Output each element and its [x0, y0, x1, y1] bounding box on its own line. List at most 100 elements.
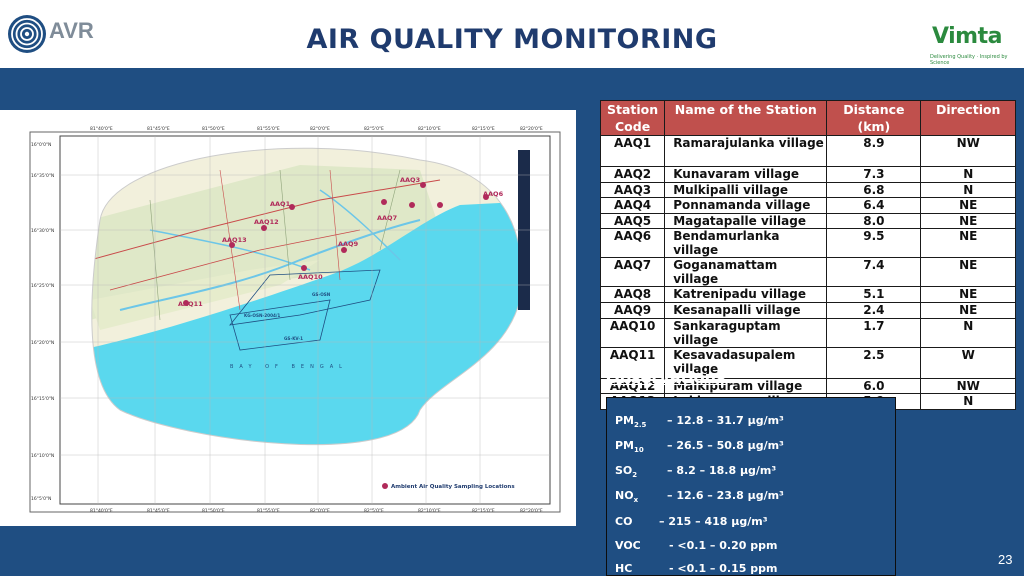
vimta-tagline: Delivering Quality · Inspired by Science [930, 54, 1008, 66]
block-label: GS-KV-1 [284, 336, 303, 341]
observation-value: – 215 – 418 µg/m³ [659, 515, 768, 528]
map-tick-top: 82°5'0"E [364, 126, 384, 132]
observation-subscript: 2.5 [634, 421, 647, 430]
block-label: KG-OSN-2004/1 [244, 313, 280, 318]
station-direction: N [920, 393, 1016, 410]
station-table: Station Code Name of the Station Distanc… [599, 100, 1016, 410]
marker-label: AAQ7 [377, 214, 397, 222]
observation-item: PM2.5 – 12.8 – 31.7 µg/m³ [615, 414, 784, 430]
station-name: Kunavaram village [664, 166, 828, 183]
station-distance: 6.0 [826, 377, 922, 395]
observation-param: PM [615, 439, 635, 452]
table-row: AAQ10 Sankaraguptam village 1.7 N [599, 317, 1016, 348]
station-name: Kesanapalli village [664, 301, 828, 319]
map-tick-top: 81°40'0"E [90, 126, 113, 132]
station-distance: 6.8 [826, 181, 922, 199]
study-area-map: 81°40'0"E 81°45'0"E 81°50'0"E 81°55'0"E … [0, 110, 576, 526]
observation-value: – 12.8 – 31.7 µg/m³ [667, 414, 784, 427]
map-tick-bottom: 81°40'0"E [90, 508, 113, 514]
observation-value: - <0.1 – 0.15 ppm [669, 562, 778, 575]
observation-param: NO [615, 489, 634, 502]
marker-label: AAQ3 [400, 176, 420, 184]
observation-item: PM10 – 26.5 – 50.8 µg/m³ [615, 439, 784, 455]
table-row: AAQ5 Magatapalle village 8.0 NE [599, 212, 1016, 230]
station-direction: N [920, 181, 1016, 199]
observation-item: VOC - <0.1 – 0.20 ppm [615, 539, 777, 552]
map-tick-top: 81°50'0"E [202, 126, 225, 132]
table-row: AAQ4 Ponnamanda village 6.4 NE [599, 197, 1016, 214]
column-header: Name of the Station [664, 100, 828, 136]
observation-param: SO [615, 464, 633, 477]
station-name: Katrenipadu village [664, 286, 828, 303]
observation-param: VOC [615, 539, 641, 552]
station-distance: 9.5 [826, 228, 922, 259]
legend-label: Ambient Air Quality Sampling Locations [391, 484, 515, 490]
station-distance: 8.9 [826, 135, 922, 167]
map-tick-bottom: 82°0'0"E [310, 508, 330, 514]
observation-subscript: x [633, 496, 639, 505]
marker-label: AAQ13 [222, 236, 247, 244]
station-direction: NE [920, 301, 1016, 319]
station-name: Mulkipalli village [664, 181, 828, 199]
block-label: GS-OSN [312, 292, 331, 297]
station-name: Ponnamanda village [664, 197, 828, 214]
observation-value: - <0.1 – 0.20 ppm [669, 539, 778, 552]
sampling-marker [437, 202, 443, 208]
station-direction: NE [920, 228, 1016, 259]
map-tick-left: 16°15'0"N [31, 396, 54, 402]
station-distance: 2.5 [826, 346, 922, 379]
map-tick-bottom: 82°15'0"E [472, 508, 495, 514]
page-number: 23 [998, 552, 1013, 567]
observation-value: – 8.2 – 18.8 µg/m³ [667, 464, 777, 477]
map-tick-left: 16°25'0"N [31, 283, 54, 289]
vimta-logo-text: Vimta [932, 24, 1002, 49]
station-name: Magatapalle village [664, 212, 828, 230]
station-code: AAQ5 [599, 212, 666, 230]
station-code: AAQ7 [599, 257, 666, 288]
map-tick-top: 82°15'0"E [472, 126, 495, 132]
station-direction: W [920, 346, 1016, 379]
observation-subscript: 2 [632, 471, 638, 480]
station-code: AAQ1 [599, 135, 666, 167]
column-header: Distance (km) [826, 100, 922, 136]
legend-marker-icon [382, 483, 388, 489]
observations-title: Observations [606, 368, 726, 387]
observation-param: HC [615, 562, 633, 575]
station-distance: 7.4 [826, 257, 922, 288]
table-row: AAQ1 Ramarajulanka village 8.9 NW [599, 135, 1016, 167]
table-row: AAQ8 Katrenipadu village 5.1 NE [599, 286, 1016, 303]
observation-param: PM [615, 414, 635, 427]
sampling-marker [381, 199, 387, 205]
station-code: AAQ3 [599, 181, 666, 199]
marker-label: AAQ1 [270, 200, 291, 208]
map-tick-top: 82°10'0"E [418, 126, 441, 132]
marker-label: AAQ6 [483, 190, 504, 198]
table-row: AAQ6 Bendamurlanka village 9.5 NE [599, 228, 1016, 259]
station-distance: 2.4 [826, 301, 922, 319]
map-tick-top: 82°20'0"E [520, 126, 543, 132]
marker-label: AAQ10 [298, 273, 323, 281]
station-distance: 1.7 [826, 317, 922, 348]
table-row: AAQ9 Kesanapalli village 2.4 NE [599, 301, 1016, 319]
column-header: Direction [920, 100, 1016, 136]
station-direction: NE [920, 212, 1016, 230]
station-direction: NE [920, 197, 1016, 214]
observation-value: – 12.6 – 23.8 µg/m³ [667, 489, 784, 502]
map-tick-bottom: 81°45'0"E [147, 508, 170, 514]
observation-param: CO [615, 515, 633, 528]
map-tick-left: 16°5'0"N [31, 496, 51, 502]
station-name: Goganamattam village [664, 257, 828, 288]
map-tick-bottom: 82°5'0"E [364, 508, 384, 514]
observation-subscript: 10 [634, 446, 644, 455]
station-code: AAQ2 [599, 166, 666, 183]
station-name: Sankaraguptam village [664, 317, 828, 348]
station-code: AAQ6 [599, 228, 666, 259]
table-row: AAQ3 Mulkipalli village 6.8 N [599, 181, 1016, 199]
header-bar: AVR AIR QUALITY MONITORING Vimta Deliver… [0, 0, 1024, 72]
observation-item: CO – 215 – 418 µg/m³ [615, 515, 768, 528]
station-code: AAQ10 [599, 317, 666, 348]
map-tick-top: 82°0'0"E [310, 126, 330, 132]
sampling-marker [409, 202, 415, 208]
map-tick-bottom: 81°50'0"E [202, 508, 225, 514]
sea-label: BAY OF BENGAL [230, 364, 348, 370]
